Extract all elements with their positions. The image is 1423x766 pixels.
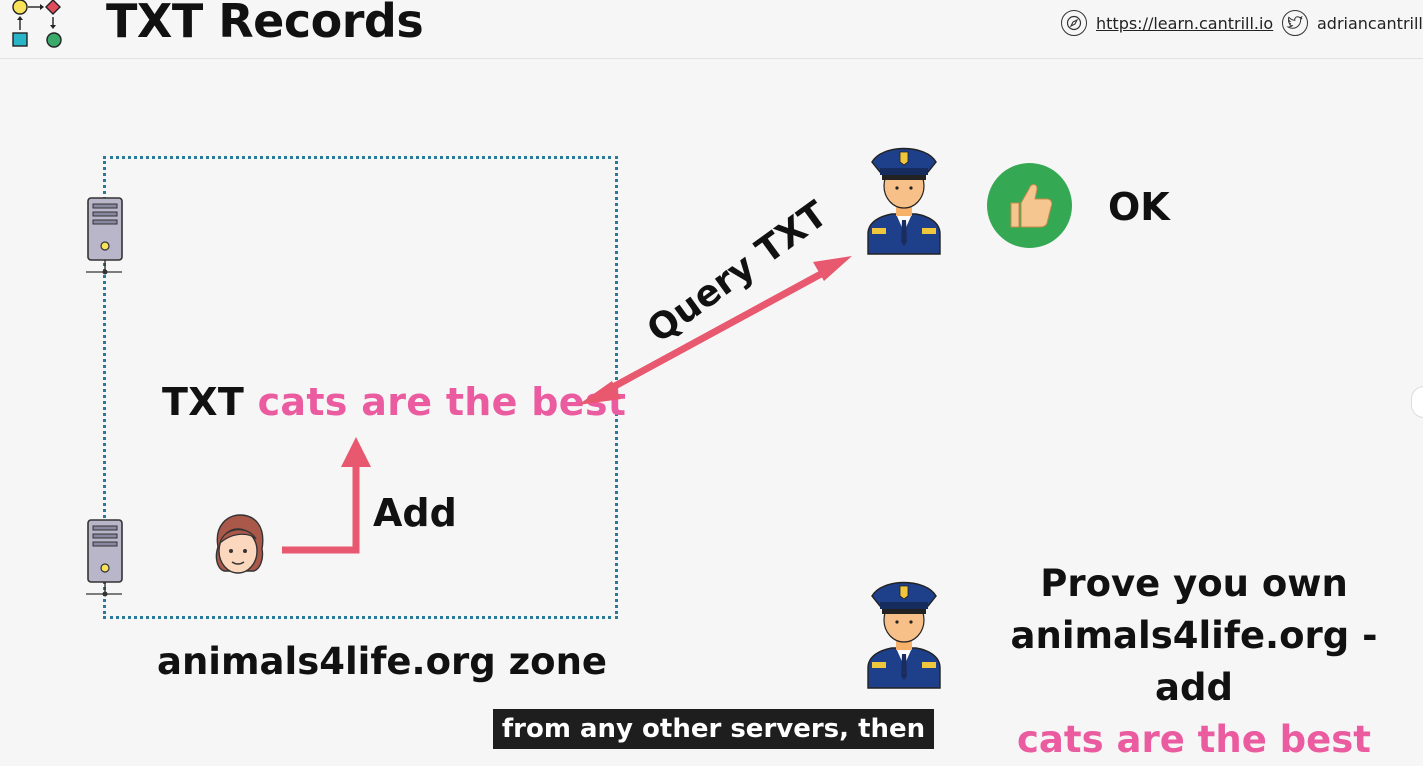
- ok-label: OK: [1108, 185, 1170, 229]
- thumbs-up-icon: [987, 163, 1072, 248]
- txt-record-type: TXT: [162, 380, 245, 424]
- twitter-icon: [1282, 10, 1308, 36]
- prove-line-1: Prove you own: [1040, 562, 1348, 605]
- txt-record-value: cats are the best: [257, 380, 627, 424]
- txt-record: TXT cats are the best: [162, 380, 626, 424]
- website-link[interactable]: https://learn.cantrill.io: [1061, 8, 1273, 38]
- header-bar: TXT Records https://learn.cantrill.io ad…: [0, 0, 1423, 59]
- prove-line-2: animals4life.org - add: [1010, 614, 1378, 709]
- query-txt-label: Query TXT: [640, 193, 836, 352]
- twitter-handle[interactable]: adriancantrill: [1317, 14, 1423, 33]
- police-officer-icon: [867, 147, 941, 255]
- page-title: TXT Records: [106, 0, 424, 48]
- website-url[interactable]: https://learn.cantrill.io: [1096, 14, 1273, 33]
- side-panel-toggle[interactable]: [1411, 386, 1423, 418]
- video-caption: from any other servers, then: [493, 709, 934, 749]
- dns-server-icon: [86, 197, 123, 275]
- prove-line-3: cats are the best: [1017, 718, 1371, 761]
- police-officer-icon: [867, 581, 941, 689]
- twitter-link[interactable]: adriancantrill: [1282, 8, 1423, 38]
- dns-server-icon: [86, 519, 123, 597]
- verification-request: Prove you own animals4life.org - add cat…: [985, 558, 1403, 766]
- add-label: Add: [373, 491, 457, 535]
- diagram-logo-icon: [12, 0, 62, 48]
- zone-label: animals4life.org zone: [157, 640, 607, 683]
- compass-icon: [1061, 10, 1087, 36]
- user-avatar-icon: [215, 514, 264, 574]
